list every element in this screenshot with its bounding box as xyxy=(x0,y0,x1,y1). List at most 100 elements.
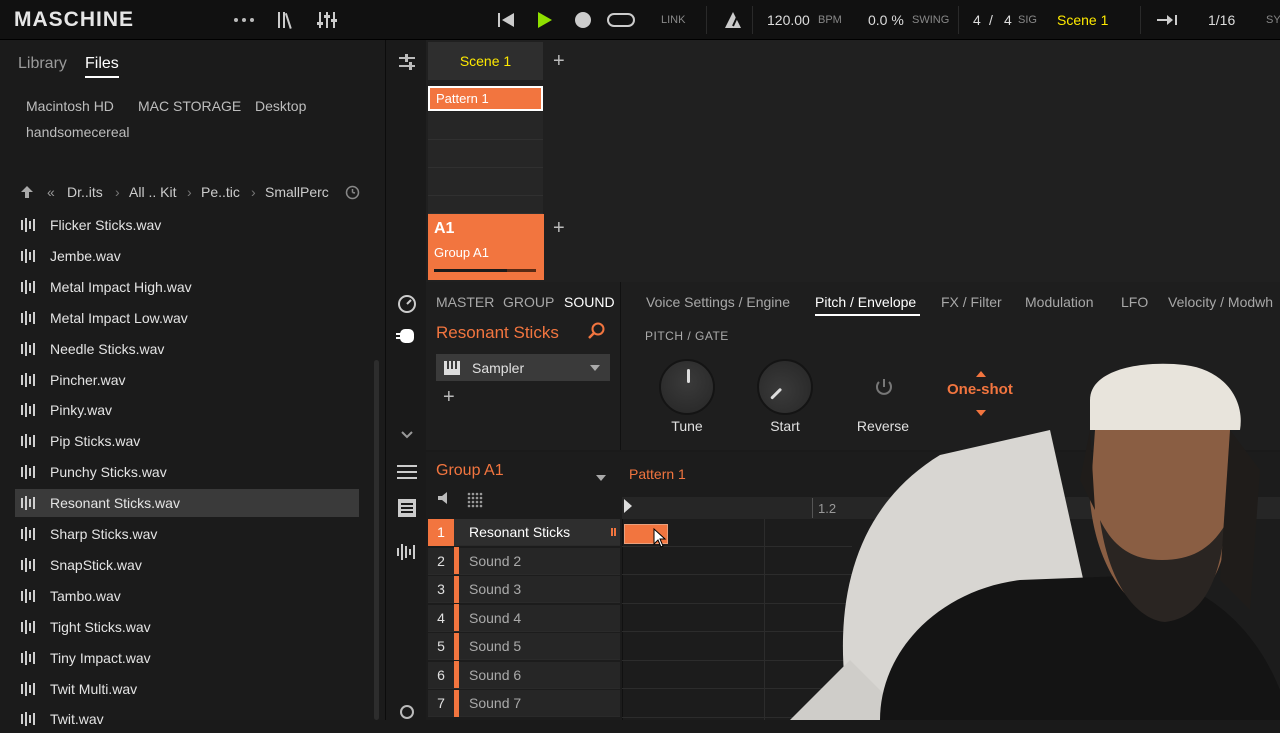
settings-icon[interactable] xyxy=(388,704,426,720)
tab-files[interactable]: Files xyxy=(85,55,119,73)
file-list-scrollbar[interactable] xyxy=(374,360,379,720)
signature-numerator[interactable]: 4 xyxy=(973,0,981,40)
file-item[interactable]: Needle Sticks.wav xyxy=(15,335,359,363)
group-selector[interactable]: Group A1 xyxy=(436,462,504,480)
keyboard-icon xyxy=(444,360,460,375)
breadcrumb-item[interactable]: Dr..its xyxy=(67,184,103,200)
speaker-icon[interactable] xyxy=(437,491,451,510)
sound-slot[interactable]: 7 Sound 7 xyxy=(428,689,620,717)
mixer-toggle-icon[interactable] xyxy=(316,0,338,40)
sync-label[interactable]: SYN xyxy=(1266,0,1280,40)
pattern-list-icon[interactable] xyxy=(388,460,426,484)
more-menu-icon[interactable] xyxy=(233,0,255,40)
signature-separator: / xyxy=(989,12,993,28)
tab-lfo[interactable]: LFO xyxy=(1121,294,1148,310)
file-item[interactable]: Flicker Sticks.wav xyxy=(15,211,359,239)
group-dropdown-icon[interactable] xyxy=(596,468,606,486)
sound-name[interactable]: Resonant Sticks xyxy=(436,323,559,343)
file-item[interactable]: Tight Sticks.wav xyxy=(15,613,359,641)
location-desktop[interactable]: Desktop xyxy=(255,98,306,114)
pattern-name[interactable]: Pattern 1 xyxy=(629,466,686,482)
group-slot-a1[interactable]: A1 Group A1 xyxy=(428,214,544,280)
sound-name: Resonant Sticks xyxy=(469,524,571,540)
tab-fx-filter[interactable]: FX / Filter xyxy=(941,294,1002,310)
sound-number: 6 xyxy=(437,666,445,683)
sound-slot[interactable]: 3 Sound 3 xyxy=(428,575,620,603)
sound-slot[interactable]: 6 Sound 6 xyxy=(428,661,620,689)
sound-slot[interactable]: 2 Sound 2 xyxy=(428,547,620,575)
sound-slot[interactable]: 1 Resonant Sticks xyxy=(428,518,620,546)
location-handsomecereal[interactable]: handsomecereal xyxy=(26,124,130,140)
file-item[interactable]: Twit Multi.wav xyxy=(15,675,359,703)
tab-velocity-modwh[interactable]: Velocity / Modwh xyxy=(1168,294,1273,310)
restart-icon[interactable] xyxy=(497,0,515,40)
arranger-toggle-icon[interactable] xyxy=(388,50,426,76)
level-group[interactable]: GROUP xyxy=(503,294,554,310)
tab-underline xyxy=(85,76,119,78)
tab-voice-settings[interactable]: Voice Settings / Engine xyxy=(646,294,790,310)
sound-slot[interactable]: 5 Sound 5 xyxy=(428,632,620,660)
quantize-value[interactable]: 1/16 xyxy=(1208,0,1235,40)
loop-icon[interactable] xyxy=(606,0,636,40)
file-item[interactable]: Punchy Sticks.wav xyxy=(15,458,359,486)
up-folder-icon[interactable] xyxy=(20,185,34,204)
tab-modulation[interactable]: Modulation xyxy=(1025,294,1094,310)
sound-activity-icon xyxy=(611,528,616,536)
file-item[interactable]: SnapStick.wav xyxy=(15,551,359,579)
play-icon[interactable] xyxy=(537,0,553,40)
follow-icon[interactable] xyxy=(1155,0,1181,40)
plugin-plug-icon[interactable] xyxy=(388,324,426,348)
note-list-icon[interactable] xyxy=(388,496,426,520)
file-item[interactable]: Jembe.wav xyxy=(15,242,359,270)
link-button[interactable]: LINK xyxy=(661,0,685,40)
browser-toggle-icon[interactable] xyxy=(276,0,296,40)
file-item[interactable]: Metal Impact Low.wav xyxy=(15,304,359,332)
collapse-chevron-icon[interactable] xyxy=(388,424,426,446)
swing-value[interactable]: 0.0 % xyxy=(868,0,904,40)
tune-knob[interactable] xyxy=(659,359,715,415)
tab-pitch-envelope[interactable]: Pitch / Envelope xyxy=(815,294,916,310)
back-icon[interactable]: « xyxy=(47,184,55,200)
scene-indicator[interactable]: Scene 1 xyxy=(1057,0,1108,40)
audio-file-icon xyxy=(21,712,39,727)
pad-grid-icon[interactable] xyxy=(466,491,484,514)
add-plugin-icon[interactable]: + xyxy=(443,386,455,409)
audio-file-icon xyxy=(21,588,39,603)
file-name: Sharp Sticks.wav xyxy=(50,526,158,542)
level-master[interactable]: MASTER xyxy=(436,294,494,310)
file-item[interactable]: Resonant Sticks.wav xyxy=(15,489,359,518)
tab-library[interactable]: Library xyxy=(18,55,67,73)
breadcrumb-item[interactable]: Pe..tic xyxy=(201,184,240,200)
scene-tab[interactable]: Scene 1 xyxy=(428,42,543,80)
file-item[interactable]: Sharp Sticks.wav xyxy=(15,520,359,548)
recent-clock-icon[interactable] xyxy=(345,185,360,205)
location-mac-storage[interactable]: MAC STORAGE xyxy=(138,98,241,114)
sound-slot[interactable]: 4 Sound 4 xyxy=(428,604,620,632)
plugin-slot[interactable]: Sampler xyxy=(436,354,610,381)
app-logo: MASCHINE xyxy=(14,8,135,31)
level-sound[interactable]: SOUND xyxy=(564,294,615,310)
search-icon[interactable] xyxy=(588,322,606,345)
sound-number: 3 xyxy=(437,581,445,597)
tempo-value[interactable]: 120.00 xyxy=(767,0,810,40)
gauge-icon[interactable] xyxy=(388,292,426,316)
file-name: Twit.wav xyxy=(50,711,104,728)
breadcrumb-item[interactable]: All .. Kit xyxy=(129,184,176,200)
file-item[interactable]: Tambo.wav xyxy=(15,582,359,610)
breadcrumb-item[interactable]: SmallPerc xyxy=(265,184,329,200)
waveform-icon[interactable] xyxy=(388,540,426,564)
add-group-icon[interactable]: + xyxy=(553,217,565,240)
metronome-icon[interactable] xyxy=(724,0,742,40)
signature-denominator[interactable]: 4 xyxy=(1004,0,1012,40)
record-icon[interactable] xyxy=(574,0,592,40)
file-item[interactable]: Pinky.wav xyxy=(15,396,359,424)
file-item[interactable]: Tiny Impact.wav xyxy=(15,644,359,672)
file-item[interactable]: Metal Impact High.wav xyxy=(15,273,359,301)
audio-file-icon xyxy=(21,248,39,263)
file-item[interactable]: Pip Sticks.wav xyxy=(15,427,359,455)
file-item[interactable]: Twit.wav xyxy=(15,705,359,733)
add-scene-icon[interactable]: + xyxy=(553,50,565,73)
file-item[interactable]: Pincher.wav xyxy=(15,366,359,394)
location-macintosh-hd[interactable]: Macintosh HD xyxy=(26,98,114,114)
pattern-clip[interactable]: Pattern 1 xyxy=(428,86,543,111)
